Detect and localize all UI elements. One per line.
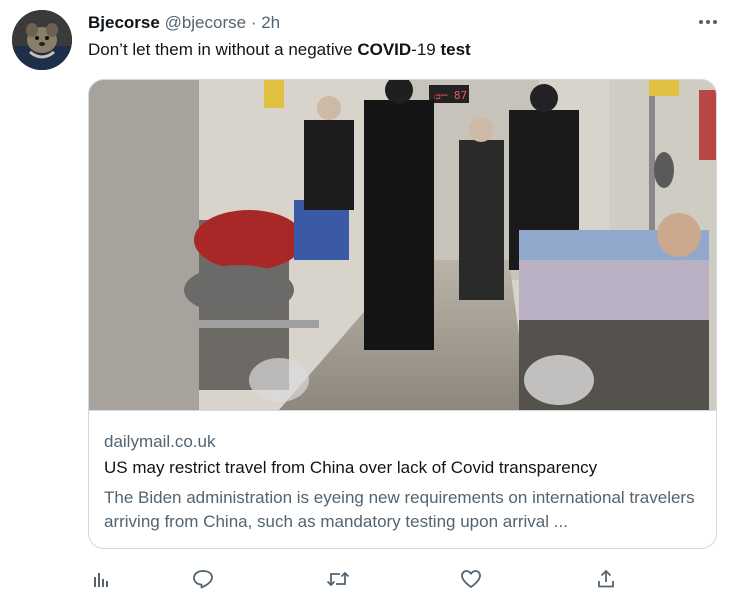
dog-avatar-image <box>12 10 72 70</box>
card-domain: dailymail.co.uk <box>104 432 216 451</box>
tweet-text: Don’t let them in without a negative COV… <box>88 39 471 61</box>
tweet-text-part: -19 <box>411 40 441 59</box>
share-icon <box>598 569 614 588</box>
tweet-text-bold: test <box>440 40 471 59</box>
card-description: The Biden administration is eyeing new r… <box>104 488 695 531</box>
tweet-header: Bjecorse @bjecorse · 2h <box>88 12 280 34</box>
link-card[interactable]: ᴞ─ 87 dailymail.co.uk US may restrict tr… <box>88 79 717 549</box>
card-title[interactable]: US may restrict travel from China over l… <box>104 458 597 478</box>
avatar[interactable] <box>12 10 72 70</box>
share-button[interactable] <box>593 566 619 592</box>
timestamp[interactable]: 2h <box>261 13 280 32</box>
separator: · <box>250 13 257 32</box>
more-options-button[interactable] <box>694 8 722 36</box>
image-sign: ᴞ─ 87 <box>434 89 467 102</box>
tweet-actions <box>88 566 628 592</box>
tweet-text-bold: COVID <box>357 40 412 59</box>
reply-icon <box>193 570 213 589</box>
handle[interactable]: @bjecorse <box>165 13 247 32</box>
card-body[interactable]: dailymail.co.uk US may restrict travel f… <box>89 410 716 531</box>
retweet-button[interactable] <box>325 566 351 592</box>
tweet-text-part: Don’t let them in without a negative <box>88 40 358 59</box>
display-name[interactable]: Bjecorse <box>88 13 160 32</box>
analytics-icon <box>94 573 108 587</box>
hospital-corridor-photo: ᴞ─ 87 <box>89 80 716 410</box>
analytics-button[interactable] <box>88 566 114 592</box>
like-button[interactable] <box>458 566 484 592</box>
reply-button[interactable] <box>190 566 216 592</box>
retweet-icon <box>326 571 350 587</box>
tweet[interactable]: Bjecorse @bjecorse · 2h Don’t let them i… <box>0 0 738 601</box>
more-horizontal-icon <box>699 20 717 24</box>
like-icon <box>461 570 481 588</box>
